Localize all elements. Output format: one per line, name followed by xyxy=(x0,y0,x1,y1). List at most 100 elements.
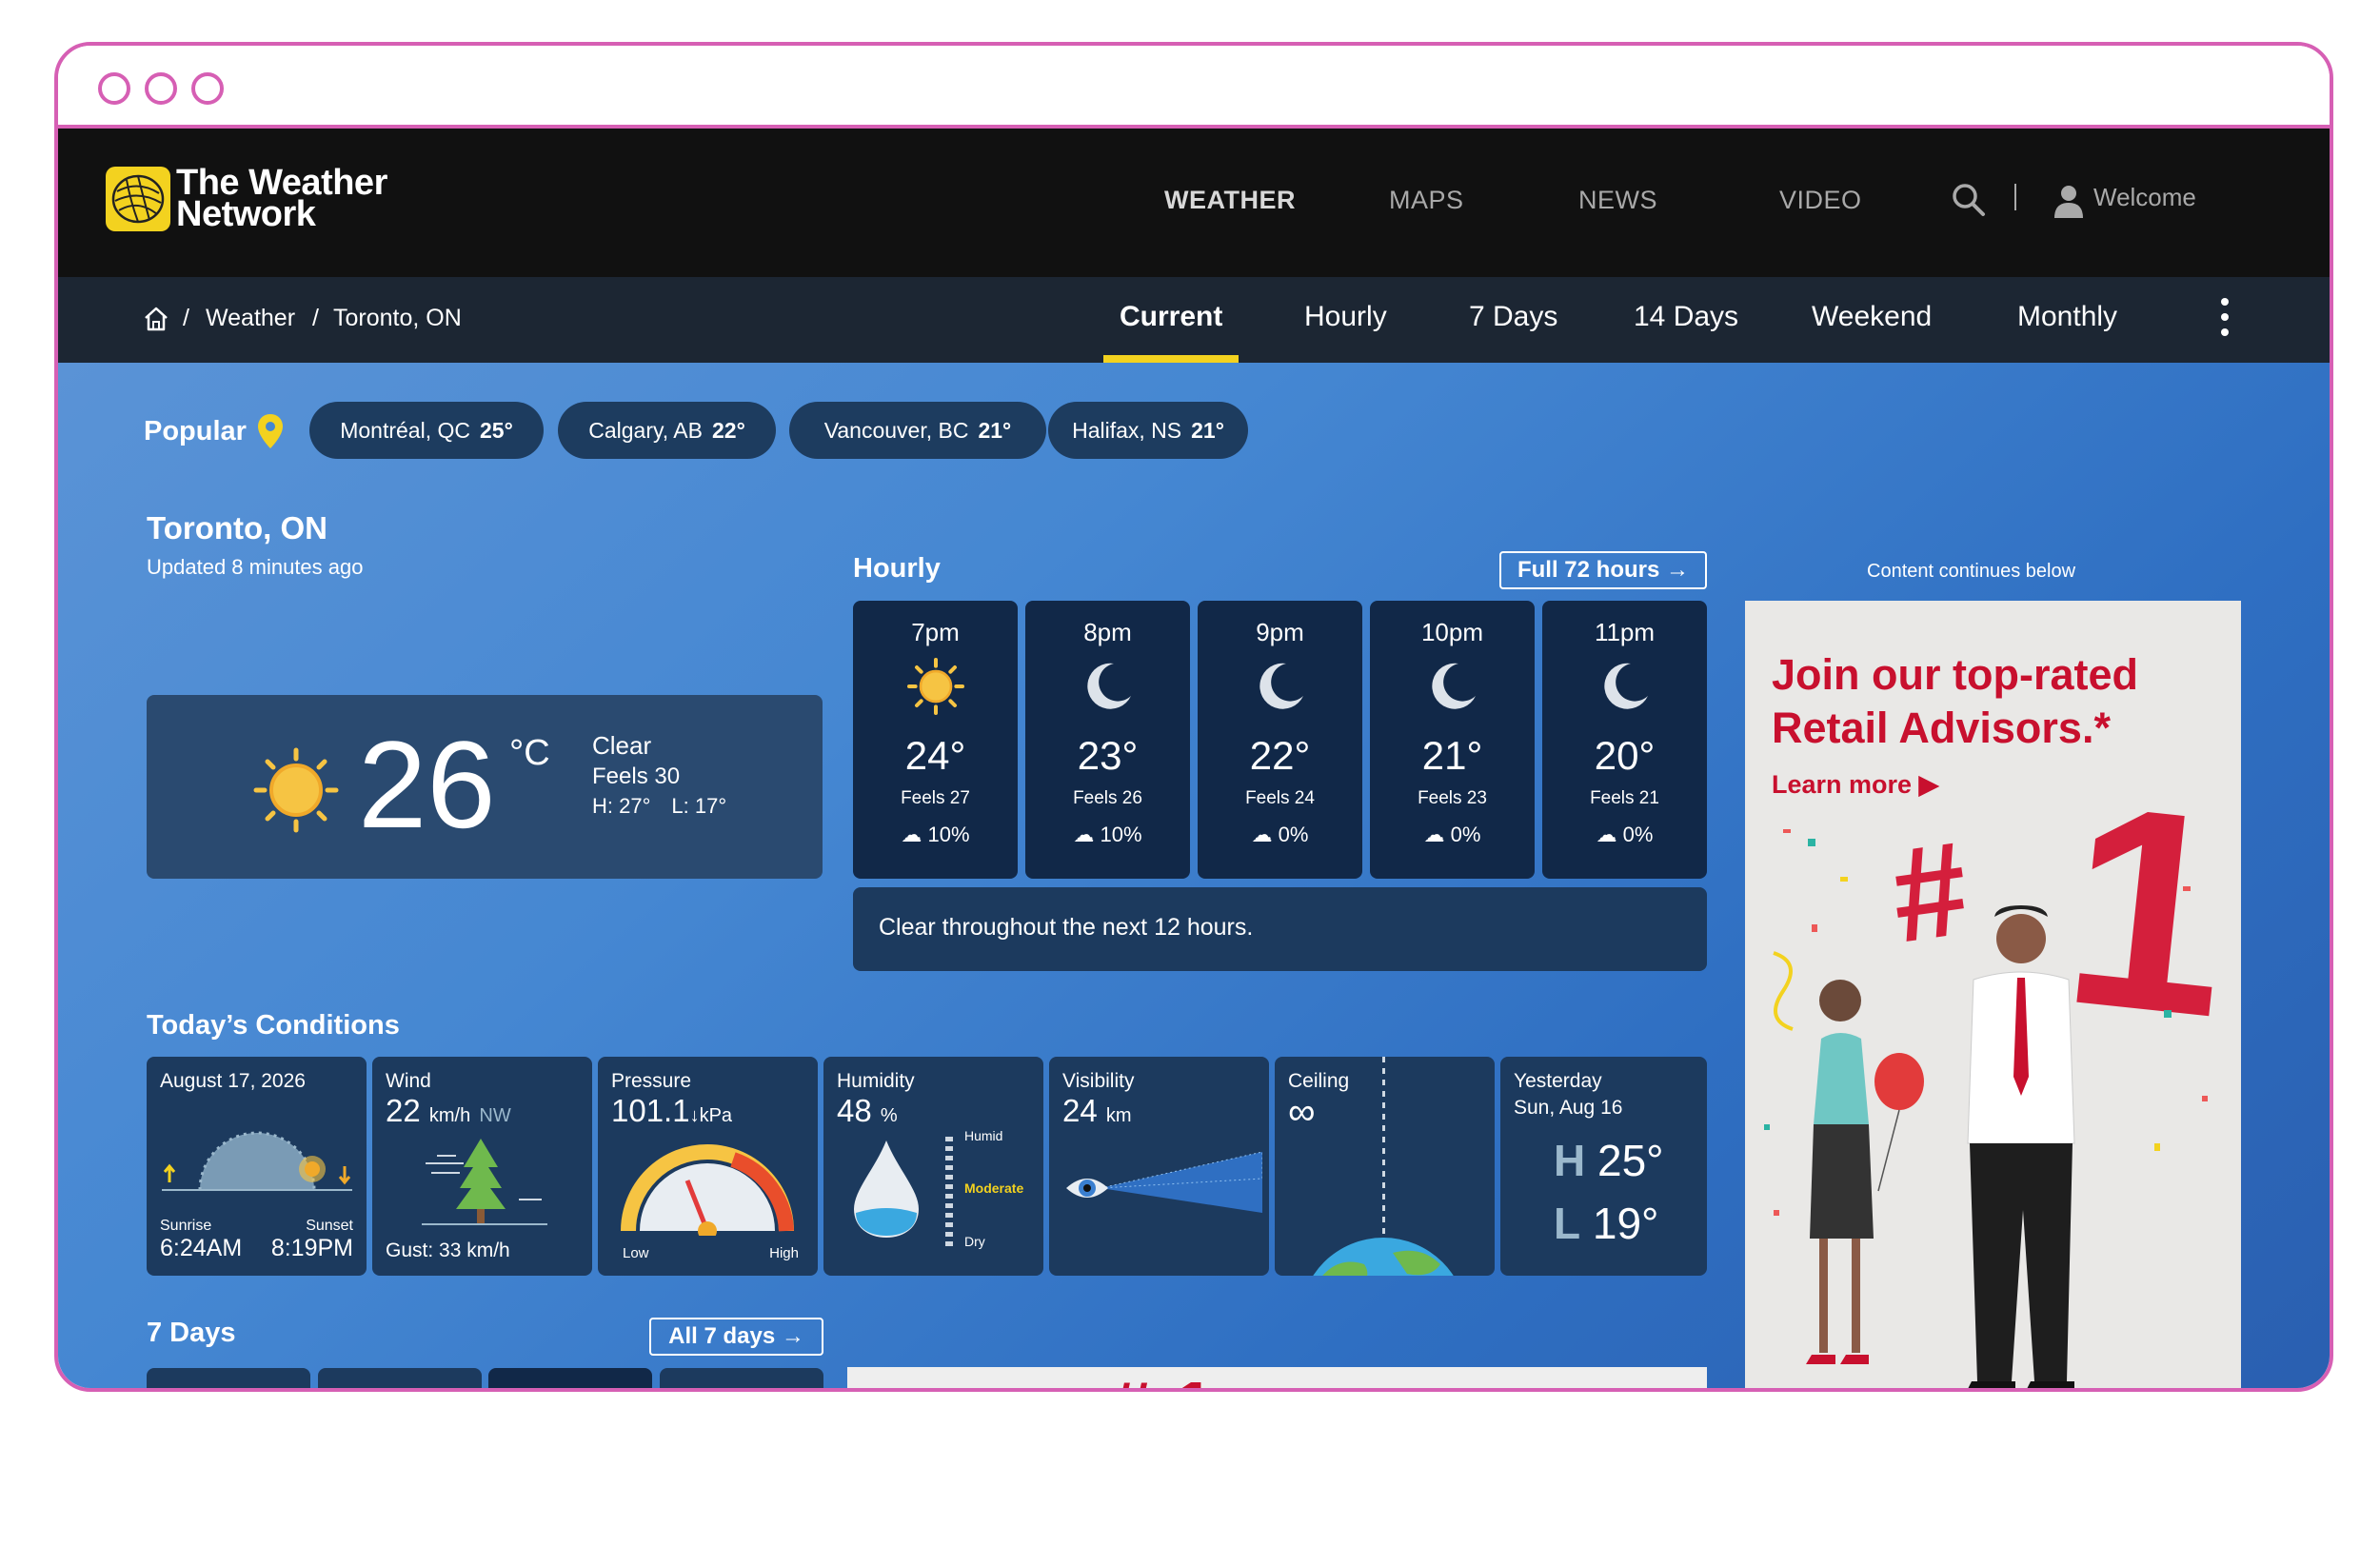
current-high-low: H: 27° L: 17° xyxy=(592,794,726,819)
precip-cloud-icon: ☁ xyxy=(901,823,922,846)
hour-temp: 20° xyxy=(1594,733,1656,778)
inline-ad-hash: # xyxy=(1109,1367,1152,1389)
inline-ad-banner[interactable]: # 1 xyxy=(847,1367,1707,1389)
yesterday-date: Sun, Aug 16 xyxy=(1514,1097,1623,1119)
current-conditions-card: 26 °C Clear Feels 30 H: 27° L: 17° xyxy=(147,695,823,879)
wind-gust: Gust: 33 km/h xyxy=(386,1240,510,1261)
hour-feels: Feels 23 xyxy=(1418,788,1487,808)
brand-line-2: Network xyxy=(176,194,316,234)
tab-afternoon[interactable]: Afternoon xyxy=(147,1368,310,1388)
tab-7-days[interactable]: 7 Days xyxy=(1469,301,1557,333)
ceiling-line xyxy=(1382,1057,1385,1247)
nav-weather[interactable]: WEATHER xyxy=(1164,186,1296,215)
wind-unit: km/h xyxy=(428,1105,471,1126)
city-name: Vancouver, BC xyxy=(823,417,969,443)
main-content: Popular Montréal, QC 25° Calgary, AB 22° V… xyxy=(58,363,2330,1389)
location-title: Toronto, ON xyxy=(147,510,328,545)
ad-illustration xyxy=(1764,829,2208,1388)
breadcrumb-separator: / xyxy=(183,305,189,331)
breadcrumb-location[interactable]: Toronto, ON xyxy=(333,305,462,332)
globe-logo-icon xyxy=(106,167,170,231)
popular-city-halifax[interactable]: Halifax, NS 21° xyxy=(1048,402,1248,459)
ad-cta-label: Learn more xyxy=(1772,770,1913,799)
humidity-scale-moderate: Moderate xyxy=(964,1180,1024,1196)
hour-time: 7pm xyxy=(911,618,960,646)
humidity-scale-humid: Humid xyxy=(964,1128,1003,1143)
visibility-value: 24 km xyxy=(1062,1093,1132,1129)
more-options-icon[interactable] xyxy=(2219,296,2231,343)
subtab-active-indicator xyxy=(1103,355,1239,363)
hour-pop-value: 10% xyxy=(927,823,970,846)
breadcrumb-separator: / xyxy=(312,305,319,331)
nav-video[interactable]: VIDEO xyxy=(1779,186,1862,215)
hour-pop-value: 0% xyxy=(1278,823,1309,846)
pressure-unit: ↓kPa xyxy=(689,1105,733,1126)
hour-card[interactable]: 11pm 20° Feels 21 ☁ 0% xyxy=(1542,601,1707,879)
ad-headline: Join our top-rated Retail Advisors.* xyxy=(1772,648,2138,755)
tab-morning[interactable]: Morning xyxy=(660,1368,823,1388)
top-navigation: The Weather Network WEATHER MAPS NEWS VI… xyxy=(58,129,2330,294)
pressure-low-label: Low xyxy=(623,1245,649,1261)
hour-temp: 23° xyxy=(1077,733,1139,778)
yesterday-card[interactable]: Yesterday Sun, Aug 16 H 25° L 19° xyxy=(1500,1057,1707,1276)
ceiling-label: Ceiling xyxy=(1288,1070,1350,1092)
hour-pop: ☁ 0% xyxy=(1370,823,1535,847)
nav-maps[interactable]: MAPS xyxy=(1389,186,1464,215)
hour-feels: Feels 24 xyxy=(1245,788,1315,808)
tab-evening[interactable]: Evening xyxy=(318,1368,482,1388)
tab-hourly[interactable]: Hourly xyxy=(1304,301,1387,333)
nav-news[interactable]: NEWS xyxy=(1578,186,1657,215)
current-high: H: 27° xyxy=(592,794,651,818)
wind-label: Wind xyxy=(386,1070,431,1092)
temp-unit-toggle[interactable]: °C xyxy=(509,733,550,774)
humidity-label: Humidity xyxy=(837,1070,915,1092)
window-maximize-dot[interactable] xyxy=(191,72,224,105)
wind-card[interactable]: Wind 22 km/h NW Gust: 33 km/h xyxy=(372,1057,592,1276)
ad-learn-more[interactable]: Learn more ▶ xyxy=(1772,770,1938,800)
visibility-card[interactable]: Visibility 24 km xyxy=(1049,1057,1269,1276)
humidity-scale xyxy=(945,1137,953,1251)
hour-card[interactable]: 10pm 21° Feels 23 ☁ 0% xyxy=(1370,601,1535,879)
city-name: Montréal, QC xyxy=(340,417,470,443)
full-72-hours-button[interactable]: Full 72 hours → xyxy=(1499,551,1707,589)
side-ad[interactable]: Join our top-rated Retail Advisors.* Lea… xyxy=(1745,601,2241,1388)
hour-time: 9pm xyxy=(1256,618,1304,646)
popular-city-montreal[interactable]: Montréal, QC 25° xyxy=(309,402,544,459)
popular-city-calgary[interactable]: Calgary, AB 22° xyxy=(558,402,776,459)
hour-feels: Feels 27 xyxy=(901,788,970,808)
window-minimize-dot[interactable] xyxy=(145,72,177,105)
tab-14-days[interactable]: 14 Days xyxy=(1634,301,1738,333)
city-temp: 25° xyxy=(479,417,513,443)
home-icon[interactable] xyxy=(143,306,169,337)
hour-pop-value: 0% xyxy=(1622,823,1654,846)
breadcrumb-weather[interactable]: Weather xyxy=(206,305,295,332)
pressure-card[interactable]: Pressure 101.1↓kPa Low High xyxy=(598,1057,818,1276)
hour-pop: ☁ 10% xyxy=(1025,823,1190,847)
tab-weekend[interactable]: Weekend xyxy=(1812,301,1932,333)
sun-card[interactable]: August 17, 2026 Sunrise 6:24AM Sunset 8:… xyxy=(147,1057,367,1276)
humidity-value: 48 % xyxy=(837,1093,898,1129)
hour-card[interactable]: 7pm 24° Feels 27 ☁ 10% xyxy=(853,601,1018,879)
search-icon[interactable] xyxy=(1951,182,1987,223)
site-logo[interactable]: The Weather Network xyxy=(106,165,387,234)
popular-city-vancouver[interactable]: Vancouver, BC 21° xyxy=(789,402,1046,459)
window-close-dot[interactable] xyxy=(98,72,130,105)
ceiling-card[interactable]: Ceiling ∞ xyxy=(1275,1057,1495,1276)
tab-current[interactable]: Current xyxy=(1120,301,1222,333)
wind-tree-icon xyxy=(418,1135,551,1235)
visibility-unit: km xyxy=(1105,1105,1132,1126)
conditions-strip: August 17, 2026 Sunrise 6:24AM Sunset 8:… xyxy=(147,1057,1707,1276)
tab-overnight[interactable]: Overnight xyxy=(488,1368,652,1388)
earth-icon xyxy=(1298,1236,1469,1276)
tab-monthly[interactable]: Monthly xyxy=(2017,301,2117,333)
inline-ad-mark: # 1 xyxy=(1109,1371,1215,1389)
humidity-card[interactable]: Humidity 48 % Humid Moderate Dry xyxy=(823,1057,1043,1276)
pressure-value: 101.1↓kPa xyxy=(611,1093,732,1129)
pressure-number: 101.1 xyxy=(611,1093,690,1128)
user-icon[interactable] xyxy=(2053,184,2085,223)
hour-card[interactable]: 8pm 23° Feels 26 ☁ 10% xyxy=(1025,601,1190,879)
welcome-link[interactable]: Welcome xyxy=(2093,183,2196,212)
all-7-days-button[interactable]: All 7 days → xyxy=(649,1318,823,1356)
hour-temp: 24° xyxy=(904,733,966,778)
hour-card[interactable]: 9pm 22° Feels 24 ☁ 0% xyxy=(1198,601,1362,879)
